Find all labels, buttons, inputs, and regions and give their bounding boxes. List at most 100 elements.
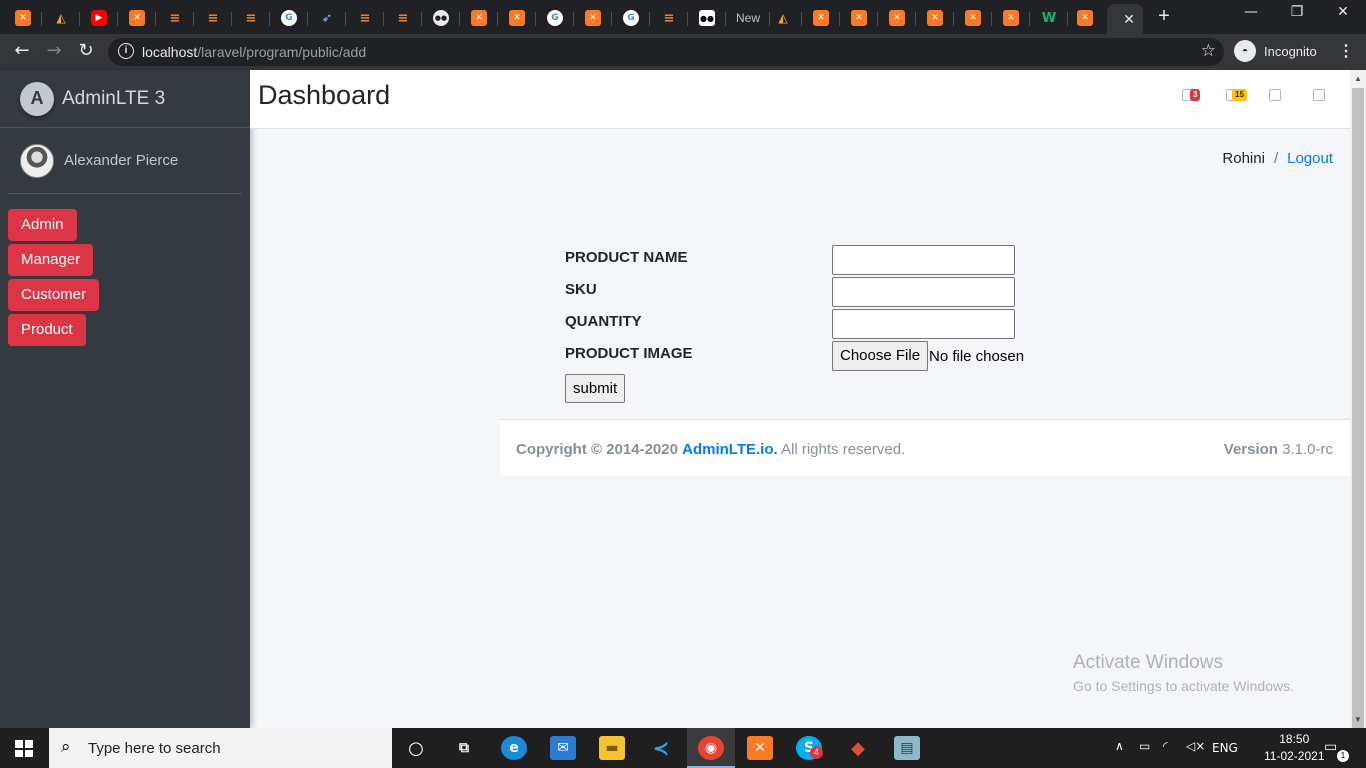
new-tab-button[interactable]: + [1152, 5, 1176, 28]
back-icon[interactable]: ← [10, 40, 34, 61]
browser-tab[interactable]: ✕ [574, 4, 612, 32]
browser-tab[interactable]: ✕ [1066, 4, 1104, 32]
taskbar-search-box[interactable]: ⌕ Type here to search [49, 728, 392, 768]
browser-tab[interactable]: ≡ [384, 4, 422, 32]
scroll-down-icon[interactable]: ▼ [1354, 715, 1362, 724]
browser-tab[interactable]: G [270, 4, 308, 32]
restore-icon[interactable]: ❐ [1274, 4, 1320, 20]
notepad-icon[interactable]: ▤ [894, 736, 920, 760]
brand-link[interactable]: A AdminLTE 3 [0, 70, 250, 128]
tray-expand-icon[interactable]: ∧ [1115, 739, 1124, 753]
sidebar-item-customer[interactable]: Customer [8, 279, 100, 311]
mail-icon[interactable]: ✉ [550, 736, 576, 760]
cortana-icon[interactable]: ○ [403, 736, 429, 760]
info-icon[interactable]: i [118, 43, 134, 59]
chrome-icon[interactable]: ◉ [698, 736, 724, 760]
browser-tab[interactable]: G [536, 4, 574, 32]
browser-tab[interactable]: ✕ [4, 4, 42, 32]
watermark-subtitle: Go to Settings to activate Windows. [1073, 678, 1294, 694]
xampp-icon: ✕ [129, 10, 145, 26]
product-image-label: PRODUCT IMAGE [565, 345, 693, 362]
bookmark-star-icon[interactable]: ☆ [1201, 41, 1216, 61]
browser-tab[interactable]: ≡ [650, 4, 688, 32]
adminlte-logo-icon: A [20, 81, 54, 116]
breadcrumb: Rohini / Logout [1222, 150, 1333, 167]
compass-icon: ➶ [321, 10, 333, 26]
watermark-title: Activate Windows [1073, 652, 1223, 673]
browser-tab[interactable]: ▶ [80, 4, 118, 32]
product-name-input[interactable] [832, 245, 1015, 275]
minimize-icon[interactable]: — [1228, 4, 1274, 20]
user-name[interactable]: Alexander Pierce [64, 152, 178, 169]
edge-icon[interactable]: e [501, 736, 527, 760]
language-indicator[interactable]: ENG [1212, 741, 1238, 755]
browser-tab-strip: ✕ ◭ ▶ ✕ ≡ ≡ ≡ G ➶ ≡ ≡ ●● ✕ ✕ G ✕ G ≡ ●● … [0, 0, 1366, 34]
medium-icon: ●● [699, 10, 715, 26]
browser-tab[interactable]: ≡ [156, 4, 194, 32]
choose-file-button[interactable]: Choose File [832, 341, 929, 371]
browser-tab[interactable]: ➶ [308, 4, 346, 32]
browser-tab[interactable]: ≡ [232, 4, 270, 32]
browser-tab[interactable]: ✕ [840, 4, 878, 32]
quantity-input[interactable] [832, 309, 1015, 339]
browser-tab[interactable]: ≡ [194, 4, 232, 32]
task-view-icon[interactable]: ⧉ [451, 736, 477, 760]
quantity-label: QUANTITY [565, 313, 642, 330]
browser-tab[interactable]: G [612, 4, 650, 32]
page-scrollbar[interactable]: ▲ ▼ [1350, 70, 1366, 728]
sidebar-item-admin[interactable]: Admin [8, 209, 77, 241]
scroll-up-icon[interactable]: ▲ [1354, 74, 1362, 83]
browser-tab[interactable]: ✕ [802, 4, 840, 32]
control-sidebar-icon[interactable] [1313, 89, 1325, 101]
close-window-icon[interactable]: ✕ [1320, 4, 1366, 20]
xampp-icon: ✕ [813, 10, 829, 26]
windows-start-icon[interactable] [15, 740, 33, 757]
url-text[interactable]: localhost/laravel/program/public/add [142, 44, 366, 60]
google-icon: G [623, 10, 639, 26]
volume-muted-icon[interactable]: ◁× [1186, 739, 1205, 753]
stackoverflow-icon: ≡ [207, 10, 219, 26]
clock[interactable]: 18:50 11-02-2021 [1264, 731, 1325, 765]
google-icon: G [281, 10, 297, 26]
close-tab-icon[interactable]: ✕ [1123, 11, 1135, 28]
sku-input[interactable] [832, 277, 1015, 307]
browser-tab[interactable]: ●● [688, 4, 726, 32]
browser-tab[interactable]: ✕ [878, 4, 916, 32]
browser-tab[interactable]: ◭ [42, 4, 80, 32]
fullscreen-icon[interactable] [1269, 89, 1281, 101]
browser-tab[interactable]: ✕ [992, 4, 1030, 32]
sidebar-item-product[interactable]: Product [8, 314, 86, 346]
browser-tab[interactable]: ◭ [764, 4, 802, 32]
browser-tab[interactable]: ✕ [118, 4, 156, 32]
battery-icon[interactable]: ▭ [1139, 739, 1150, 753]
browser-tab[interactable]: W [1030, 4, 1068, 32]
browser-tab[interactable]: ✕ [916, 4, 954, 32]
submit-button[interactable]: submit [565, 374, 626, 403]
notification-count: 1 [1337, 750, 1349, 762]
xampp-icon: ✕ [471, 10, 487, 26]
browser-menu-icon[interactable]: ⋮ [1338, 41, 1354, 61]
xampp-taskbar-icon[interactable]: ✕ [747, 736, 773, 760]
git-icon[interactable]: ◆ [845, 736, 871, 760]
browser-tab[interactable]: ✕ [498, 4, 536, 32]
address-bar[interactable]: i localhost/laravel/program/public/add ☆ [108, 38, 1224, 66]
notification-center-icon[interactable]: ▭ [1324, 739, 1337, 755]
adminlte-link[interactable]: AdminLTE.io. [682, 441, 778, 458]
wifi-icon[interactable]: ◜ [1163, 739, 1168, 753]
logout-link[interactable]: Logout [1287, 150, 1333, 167]
browser-toolbar: ← → ↻ i localhost/laravel/program/public… [0, 34, 1366, 70]
incognito-indicator[interactable]: ◓ Incognito [1234, 40, 1317, 62]
reload-icon[interactable]: ↻ [74, 40, 98, 61]
sidebar-item-manager[interactable]: Manager [8, 244, 94, 276]
scrollbar-thumb[interactable] [1352, 88, 1364, 728]
forward-icon[interactable]: → [42, 40, 66, 61]
xampp-icon: ✕ [15, 10, 31, 26]
browser-tab[interactable]: ≡ [346, 4, 384, 32]
vscode-icon[interactable]: ≺ [648, 736, 674, 760]
browser-tab[interactable]: ✕ [460, 4, 498, 32]
browser-tab[interactable]: ●● [422, 4, 460, 32]
browser-tab[interactable]: ✕ [954, 4, 992, 32]
active-browser-tab[interactable]: ✕ [1107, 4, 1143, 34]
file-explorer-icon[interactable]: ▬ [599, 736, 625, 760]
main-header: Dashboard 3 15 [250, 70, 1350, 129]
